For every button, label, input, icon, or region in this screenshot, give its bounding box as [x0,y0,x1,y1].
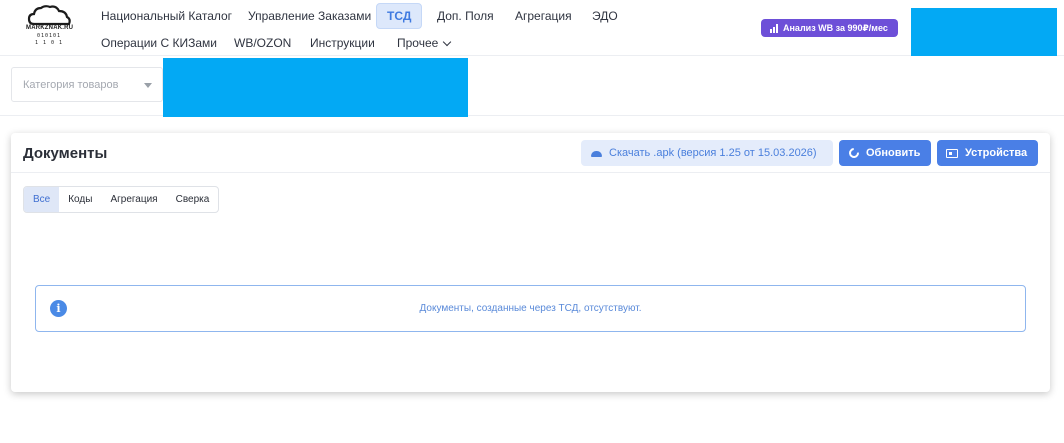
category-select[interactable]: Категория товаров [11,67,163,102]
chevron-down-icon [443,37,452,47]
empty-state-message: Документы, созданные через ТСД, отсутств… [419,303,642,314]
top-header: MARKZNAK.RU 010101 1 1 0 1 Национальный … [0,0,1064,56]
document-tabs: Все Коды Агрегация Сверка [23,186,220,213]
nav-kiz-operations[interactable]: Операции С КИЗами [101,36,217,50]
empty-state-alert: i Документы, созданные через ТСД, отсутс… [35,285,1026,332]
tab-codes[interactable]: Коды [59,187,101,212]
redacted-area-filters [163,58,468,117]
refresh-icon [846,145,862,161]
promo-label: Анализ WB за 990₽/мес [783,22,888,33]
logo-text: MARKZNAK.RU [26,25,74,31]
devices-icon [946,148,958,158]
bar-chart-icon [770,23,778,33]
nav-order-management[interactable]: Управление Заказами [248,9,371,23]
nav-other[interactable]: Прочее [397,36,452,50]
promo-wb-analysis-button[interactable]: Анализ WB за 990₽/мес [761,19,898,37]
tab-reconciliation[interactable]: Сверка [167,187,219,212]
nav-other-label: Прочее [397,36,439,50]
tab-all[interactable]: Все [24,187,60,212]
documents-card-header: Документы Скачать .apk (версия 1.25 от 1… [11,133,1050,173]
page-title: Документы [23,145,108,162]
logo[interactable]: MARKZNAK.RU 010101 1 1 0 1 [26,4,74,46]
nav-national-catalog[interactable]: Национальный Каталог [101,9,232,23]
logo-bits-top: 010101 [36,33,62,39]
nav-extra-fields[interactable]: Доп. Поля [437,9,494,23]
nav-wb-ozon[interactable]: WB/OZON [234,36,291,50]
refresh-label: Обновить [866,147,921,159]
redacted-area-header [911,8,1057,57]
download-apk-button[interactable]: Скачать .apk (версия 1.25 от 15.03.2026) [581,140,833,166]
caret-down-icon [144,83,152,88]
logo-bits-bottom: 1 1 0 1 [34,40,64,46]
download-apk-label: Скачать .apk (версия 1.25 от 15.03.2026) [609,147,817,159]
nav-tsd[interactable]: ТСД [376,3,423,29]
nav-aggregation[interactable]: Агрегация [515,9,572,23]
category-placeholder: Категория товаров [23,79,119,91]
refresh-button[interactable]: Обновить [839,140,931,166]
filter-bar: Категория товаров [0,56,1064,116]
documents-card: Документы Скачать .apk (версия 1.25 от 1… [11,133,1050,392]
devices-button[interactable]: Устройства [937,140,1038,166]
devices-label: Устройства [965,147,1028,159]
cloud-logo-icon [27,5,71,26]
tab-aggregation[interactable]: Агрегация [101,187,166,212]
nav-instructions[interactable]: Инструкции [310,36,375,50]
nav-edo[interactable]: ЭДО [592,9,618,23]
cloud-download-icon [591,151,602,157]
